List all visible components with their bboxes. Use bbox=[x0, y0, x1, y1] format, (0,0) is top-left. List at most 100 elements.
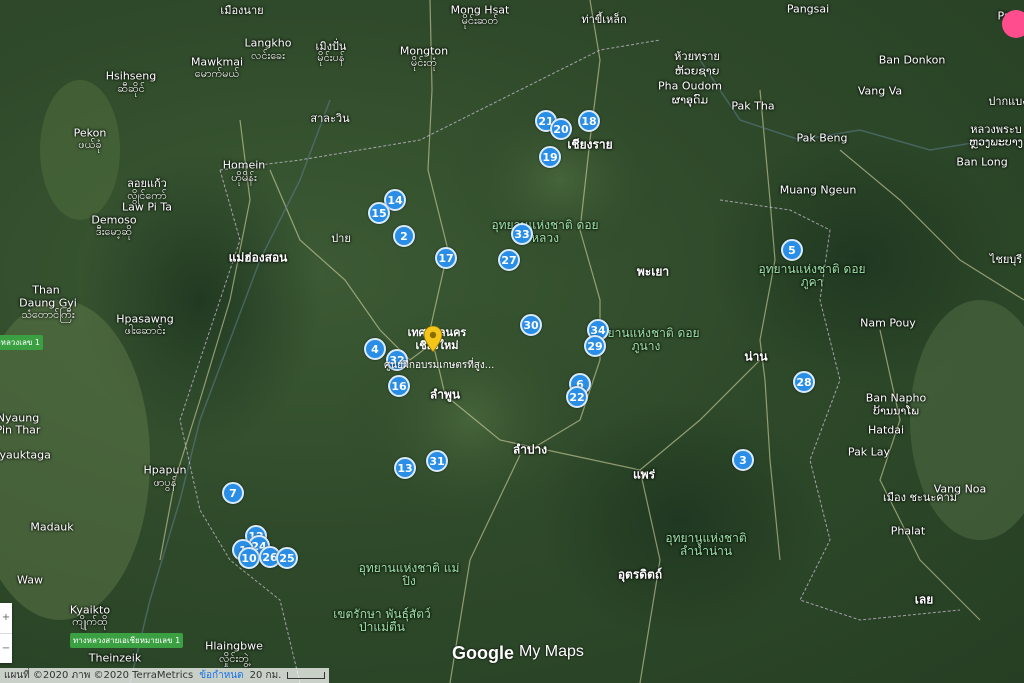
place-label: พะเยา bbox=[636, 264, 670, 279]
attribution-bar: แผนที่ ©2020 ภาพ ©2020 TerraMetrics ข้อก… bbox=[0, 668, 330, 683]
map-marker-19[interactable]: 19 bbox=[539, 146, 561, 168]
place-label: Muang Ngeun bbox=[779, 183, 857, 197]
place-label: ဖါးဆောင်း bbox=[124, 324, 166, 337]
place-label: Pin Thar bbox=[0, 423, 41, 437]
place-label: Phalat bbox=[890, 524, 926, 538]
place-label: Ban Donkon bbox=[878, 53, 946, 67]
zoom-out-button[interactable]: − bbox=[0, 634, 12, 664]
place-label: ຜາອຸດົມ bbox=[671, 93, 709, 107]
map-marker-5[interactable]: 5 bbox=[781, 239, 803, 261]
place-label: Vang Va bbox=[857, 84, 903, 98]
place-label: Nam Pouy bbox=[860, 316, 916, 330]
map-marker-13[interactable]: 13 bbox=[394, 457, 416, 479]
location-pin-icon[interactable] bbox=[424, 326, 442, 352]
place-label: เชียงราย bbox=[567, 137, 613, 152]
place-label: Madauk bbox=[30, 520, 74, 534]
map-marker-17[interactable]: 17 bbox=[435, 247, 457, 269]
place-label: เมืองนาย bbox=[220, 4, 264, 17]
map-marker-31[interactable]: 31 bbox=[426, 450, 448, 472]
place-label: Law Pi Ta bbox=[122, 200, 172, 214]
place-label: ลำพูน bbox=[429, 387, 461, 402]
place-label: ဖယ်ခုံ bbox=[78, 138, 102, 151]
park-label: อุทยานแห่งชาติ ดอยหลวง bbox=[491, 218, 599, 245]
place-label: Ban Napho bbox=[865, 391, 927, 405]
place-label: น่าน bbox=[744, 349, 768, 364]
place-label: သံတောင်ကြီး bbox=[21, 308, 75, 321]
map-marker-3[interactable]: 3 bbox=[732, 449, 754, 471]
map-marker-20[interactable]: 20 bbox=[550, 118, 572, 140]
place-label: ปากแบง bbox=[988, 95, 1024, 108]
map-marker-4[interactable]: 4 bbox=[364, 338, 386, 360]
place-label: แม่ฮ่องสอน bbox=[228, 250, 288, 265]
place-label: Ban Long bbox=[956, 155, 1008, 169]
park-label: อุทยานแห่งชาติ ลำน้ำน่าน bbox=[665, 531, 747, 558]
highway-badge: ทางหลวงสายเอเชียหมายเลข 1 bbox=[70, 633, 184, 648]
place-label: Than bbox=[32, 283, 60, 297]
place-label: Hlaingbwe bbox=[205, 639, 263, 653]
map-marker-15[interactable]: 15 bbox=[368, 202, 390, 224]
zoom-in-button[interactable]: + bbox=[0, 603, 12, 634]
map-canvas[interactable]: เมืองนาย Langkho လင်းခေး Mawkmai မောက်မယ် เมิ… bbox=[0, 0, 1024, 683]
place-label: ท่าขี้เหล็ก bbox=[581, 13, 627, 26]
place-label: Hpapun bbox=[143, 463, 187, 477]
place-label: ลำปาง bbox=[512, 442, 548, 457]
place-label: လှိုင်းဘွဲ့ bbox=[219, 652, 249, 665]
map-data-credit: แผนที่ ©2020 ภาพ ©2020 TerraMetrics bbox=[4, 670, 194, 681]
corner-action-button[interactable] bbox=[1002, 10, 1024, 38]
place-label: อุตรดิตถ์ bbox=[617, 567, 663, 582]
place-label: ບ້ານນາໂພ bbox=[873, 404, 919, 418]
place-label: Waw bbox=[17, 573, 43, 587]
map-marker-22[interactable]: 22 bbox=[566, 386, 588, 408]
map-marker-18[interactable]: 18 bbox=[578, 110, 600, 132]
place-label: ဆီဆိုင် bbox=[117, 82, 145, 95]
place-label: ຫຼວງພະບາງ bbox=[969, 135, 1023, 149]
place-label: မိုင်းတုံ bbox=[411, 56, 437, 69]
place-label: ဖာပွန် bbox=[153, 476, 177, 489]
park-label: อุทยานแห่งชาติ แม่ปิง bbox=[358, 561, 460, 588]
map-marker-7[interactable]: 7 bbox=[222, 482, 244, 504]
place-label: แพร่ bbox=[632, 467, 656, 482]
map-marker-33[interactable]: 33 bbox=[511, 223, 533, 245]
place-label: Pak Tha bbox=[731, 99, 775, 113]
place-label: Langkho bbox=[244, 36, 292, 50]
place-label: Pha Oudom bbox=[658, 79, 722, 93]
scale-text: 20 กม. bbox=[249, 670, 282, 681]
mymaps-wordmark: My Maps bbox=[519, 643, 584, 660]
map-marker-27[interactable]: 27 bbox=[498, 249, 520, 271]
place-label: ဟိုမိန်း bbox=[231, 171, 257, 184]
place-label: ไชยบุรี bbox=[989, 253, 1023, 266]
place-label: Hatdai bbox=[867, 423, 905, 437]
scale-bar bbox=[287, 672, 326, 679]
map-marker-29[interactable]: 29 bbox=[584, 335, 606, 357]
zoom-control: + − bbox=[0, 603, 12, 663]
place-label: ຫ້ວຍຊາຍ bbox=[674, 64, 720, 78]
place-label: Hsihseng bbox=[105, 69, 157, 83]
pin-label: ศูนย์ฝึกอบรมเกษตรที่สูง... bbox=[384, 360, 495, 371]
place-label: ကျိုက်ထို bbox=[72, 615, 108, 628]
map-marker-10[interactable]: 10 bbox=[238, 547, 260, 569]
google-my-maps-logo: Google My Maps bbox=[452, 643, 584, 664]
map-marker-28[interactable]: 28 bbox=[793, 371, 815, 393]
place-label: မိုင်းဆတ် bbox=[461, 14, 499, 27]
place-label: ห้วยทราย bbox=[674, 50, 720, 63]
terrain-layer bbox=[0, 0, 1024, 683]
place-label: Theinzeik bbox=[88, 651, 142, 665]
google-wordmark: Google bbox=[452, 643, 514, 663]
place-label: Pak Beng bbox=[796, 131, 848, 145]
park-label: อุทยานแห่งชาติ ดอยภูคา bbox=[758, 262, 866, 289]
place-label: Pangsai bbox=[786, 2, 830, 16]
map-marker-16[interactable]: 16 bbox=[388, 375, 410, 397]
place-label: เลย bbox=[914, 592, 934, 607]
place-label: ဒီးမော့ဆို bbox=[96, 225, 132, 238]
map-marker-25[interactable]: 25 bbox=[276, 547, 298, 569]
park-label: เขตรักษา พันธุ์สัตว์ ป่าแม่ตื่น bbox=[333, 607, 431, 634]
place-label: မိုင်းပန် bbox=[317, 51, 345, 64]
place-label: Homein bbox=[222, 158, 266, 172]
place-label: လင်းခေး bbox=[251, 49, 285, 62]
map-marker-2[interactable]: 2 bbox=[393, 225, 415, 247]
map-marker-30[interactable]: 30 bbox=[520, 314, 542, 336]
place-label: Kyauktaga bbox=[0, 448, 51, 462]
terms-link[interactable]: ข้อกำหนด bbox=[199, 668, 243, 683]
place-label: สาละวิน bbox=[310, 112, 350, 125]
place-label: Pak Lay bbox=[847, 445, 891, 459]
